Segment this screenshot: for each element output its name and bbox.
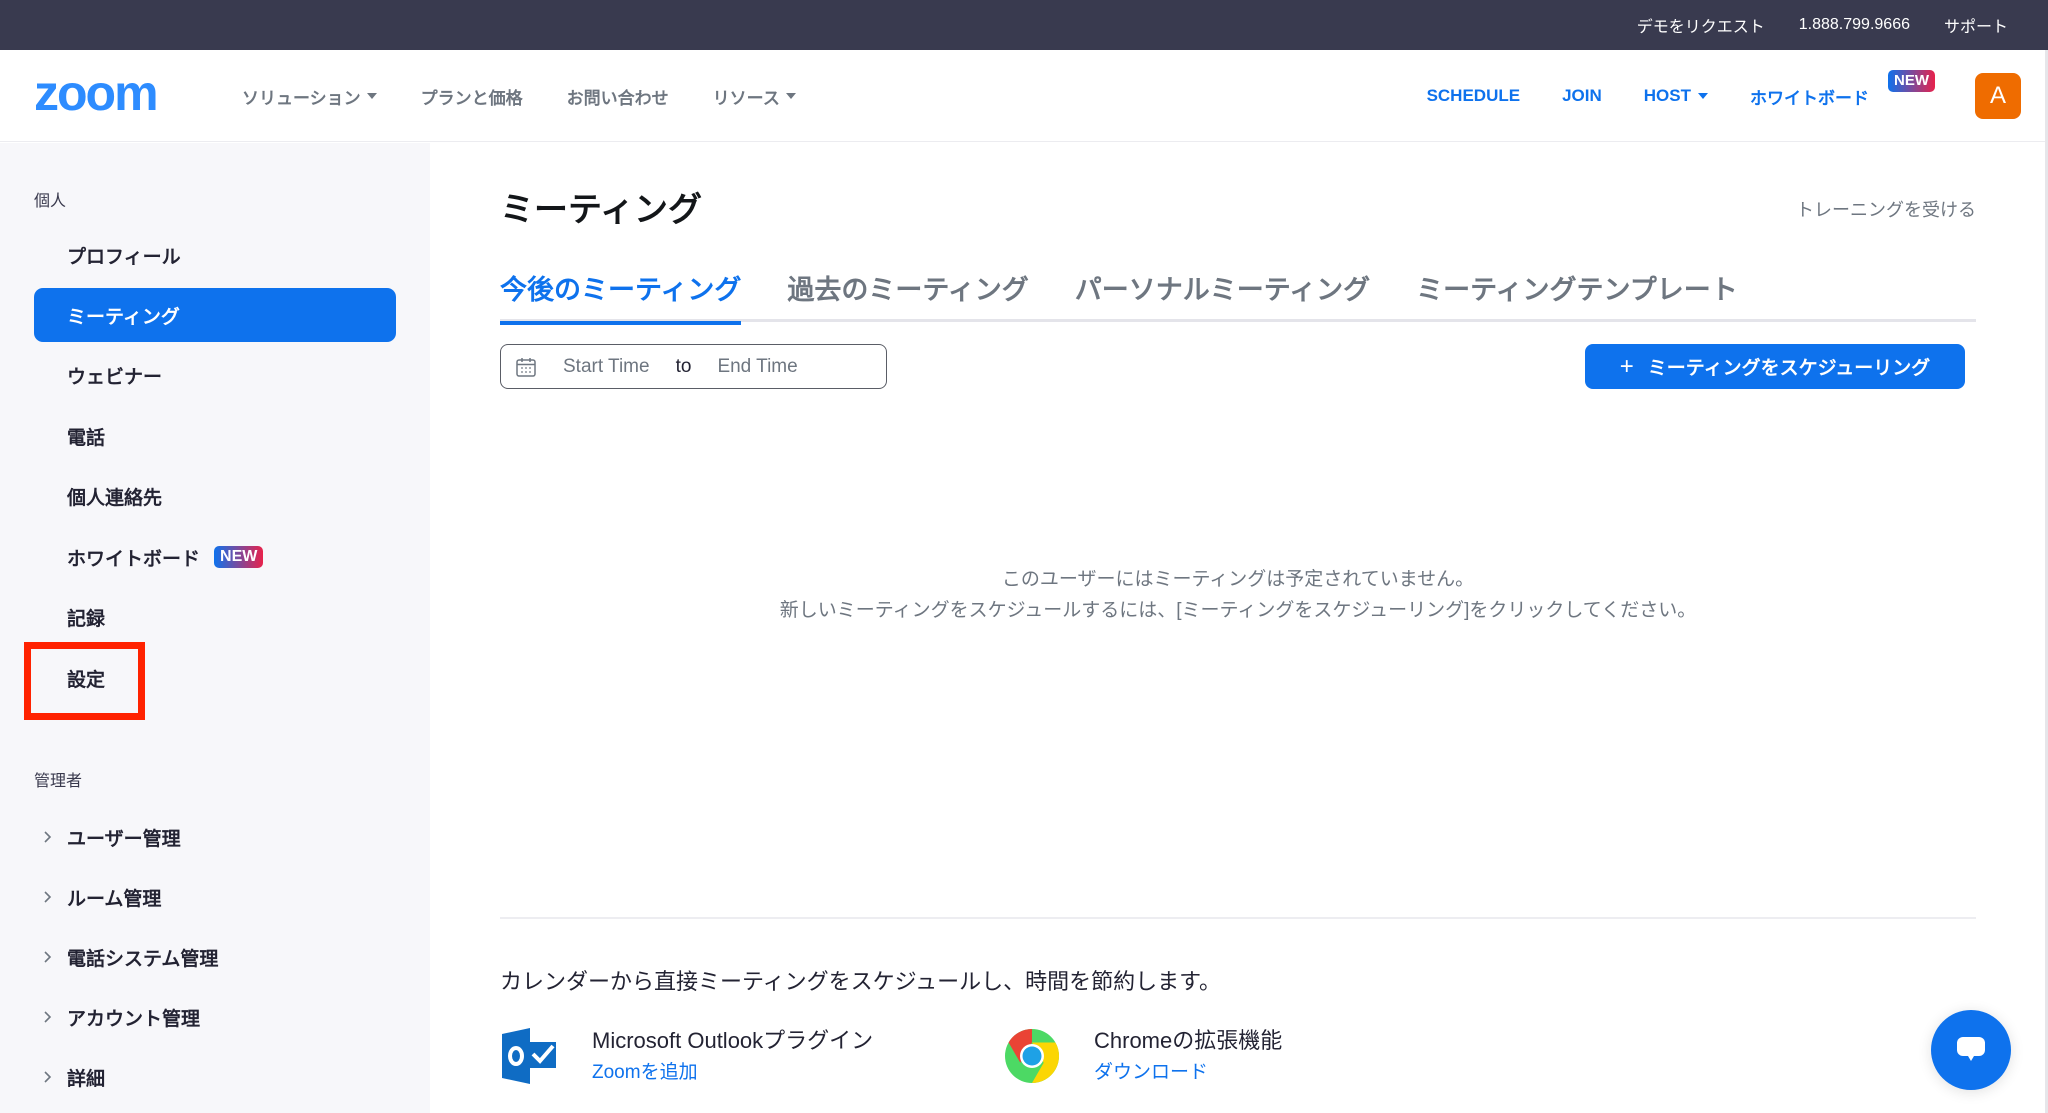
sidebar-item-room-management[interactable]: ルーム管理 [34,870,396,924]
nav-host[interactable]: HOST [1644,86,1708,106]
sidebar-item-user-management[interactable]: ユーザー管理 [34,810,396,864]
section-label-admin: 管理者 [34,773,83,790]
nav-whiteboard-label: ホワイトボード [1750,88,1869,108]
chat-bubble-icon [1957,1037,1985,1061]
sidebar-item-label: 電話システム管理 [67,948,219,970]
sidebar-item-account-management[interactable]: アカウント管理 [34,990,396,1044]
nav-contact[interactable]: お問い合わせ [567,84,669,109]
svg-text:zoom: zoom [34,74,157,116]
nav-solutions-label: ソリューション [242,88,361,108]
zoom-logo[interactable]: zoom [34,74,194,116]
support-link[interactable]: サポート [1944,13,2008,37]
chrome-icon [1005,1029,1060,1083]
chrome-extension-title: Chromeの拡張機能 [1094,1028,1283,1053]
calendar-icon [516,357,536,377]
sidebar-item-label: 個人連絡先 [67,487,163,509]
top-utility-bar: デモをリクエスト 1.888.799.9666 サポート [0,0,2048,50]
nav-plans-label: プランと価格 [420,88,523,108]
nav-resources[interactable]: リソース [713,84,796,109]
chevron-right-icon [44,891,52,903]
sidebar-item-phone[interactable]: 電話 [34,409,396,463]
tab-upcoming-meetings[interactable]: 今後のミーティング [500,262,742,325]
sidebar-item-webinars[interactable]: ウェビナー [34,348,396,402]
new-badge: NEW [214,546,264,568]
date-range-picker[interactable]: Start Time to End Time [500,344,887,389]
sidebar-item-whiteboards[interactable]: ホワイトボード NEW [34,530,396,584]
schedule-meeting-label: ミーティングをスケジューリング [1647,358,1931,379]
end-time-input[interactable]: End Time [717,356,797,378]
nav-contact-label: お問い合わせ [566,88,669,108]
outlook-icon [502,1028,556,1084]
sidebar-item-label: ルーム管理 [67,888,162,910]
sidebar-item-label: ミーティング [67,306,180,328]
training-link[interactable]: トレーニングを受ける [1796,196,1976,222]
nav-schedule[interactable]: SCHEDULE [1427,86,1521,106]
new-badge: NEW [1888,69,1935,92]
page-title: ミーティング [500,191,702,229]
plus-icon: + [1619,352,1634,380]
sidebar-item-profile[interactable]: プロフィール [34,228,396,282]
meeting-tabs: 今後のミーティング 過去のミーティング パーソナルミーティング ミーティングテン… [500,262,1976,325]
sidebar-item-label: ホワイトボード [67,548,201,570]
nav-whiteboard[interactable]: ホワイトボード NEW [1750,69,1935,109]
add-zoom-outlook-link[interactable]: Zoomを追加 [592,1056,873,1090]
sidebar-item-label: 電話 [67,427,106,449]
sidebar-item-label: 詳細 [67,1068,106,1090]
nav-join[interactable]: JOIN [1562,86,1602,106]
sidebar-item-label: プロフィール [67,246,181,268]
calendar-integration-text: カレンダーから直接ミーティングをスケジュールし、時間を節約します。 [500,969,1221,994]
caret-down-icon [1698,93,1708,99]
sidebar-item-label: 記録 [67,608,106,630]
main-navbar: zoom ソリューション プランと価格 お問い合わせ リソース SCHEDULE… [0,50,2045,142]
tab-previous-meetings[interactable]: 過去のミーティング [787,262,1028,322]
nav-host-label: HOST [1643,86,1691,105]
empty-state-line2: 新しいミーティングをスケジュールするには、[ミーティングをスケジューリング]をク… [779,600,1697,621]
caret-down-icon [785,93,796,99]
nav-resources-label: リソース [712,88,780,108]
outlook-plugin: Microsoft Outlookプラグイン Zoomを追加 [500,1026,873,1090]
tab-personal-room[interactable]: パーソナルミーティング [1075,262,1370,322]
date-range-separator: to [675,355,692,377]
sidebar-item-label: ユーザー管理 [67,828,181,850]
download-chrome-extension-link[interactable]: ダウンロード [1094,1056,1282,1090]
sidebar-item-personal-contacts[interactable]: 個人連絡先 [34,469,396,523]
sidebar-item-meetings[interactable]: ミーティング [34,288,396,342]
avatar[interactable]: A [1975,73,2021,119]
chevron-right-icon [44,831,52,843]
start-time-input[interactable]: Start Time [563,356,650,378]
section-label-personal: 個人 [34,193,67,210]
request-demo-link[interactable]: デモをリクエスト [1637,13,1765,37]
chrome-extension: Chromeの拡張機能 ダウンロード [1002,1026,1282,1090]
outlook-plugin-title: Microsoft Outlookプラグイン [592,1028,874,1053]
sidebar: 個人 プロフィール ミーティング ウェビナー 電話 個人連絡先 ホワイトボード … [0,143,430,1113]
tab-meeting-templates[interactable]: ミーティングテンプレート [1416,262,1738,322]
caret-down-icon [366,93,377,99]
settings-highlight-box [24,642,145,720]
nav-solutions[interactable]: ソリューション [242,84,377,109]
sidebar-item-recordings[interactable]: 記録 [34,590,396,644]
sidebar-item-advanced[interactable]: 詳細 [34,1050,396,1104]
empty-state-line1: このユーザーにはミーティングは予定されていません。 [1001,569,1475,590]
chevron-right-icon [44,1011,52,1023]
sidebar-item-label: ウェビナー [67,366,163,388]
schedule-meeting-button[interactable]: + ミーティングをスケジューリング [1585,344,1965,389]
sidebar-item-phone-system-management[interactable]: 電話システム管理 [34,930,396,984]
nav-plans-pricing[interactable]: プランと価格 [421,84,523,109]
phone-number-link[interactable]: 1.888.799.9666 [1799,16,1910,34]
section-divider [500,917,1976,919]
sidebar-item-label: アカウント管理 [67,1008,201,1030]
chat-support-button[interactable] [1931,1010,2011,1090]
chevron-right-icon [44,951,52,963]
chevron-right-icon [44,1071,52,1083]
